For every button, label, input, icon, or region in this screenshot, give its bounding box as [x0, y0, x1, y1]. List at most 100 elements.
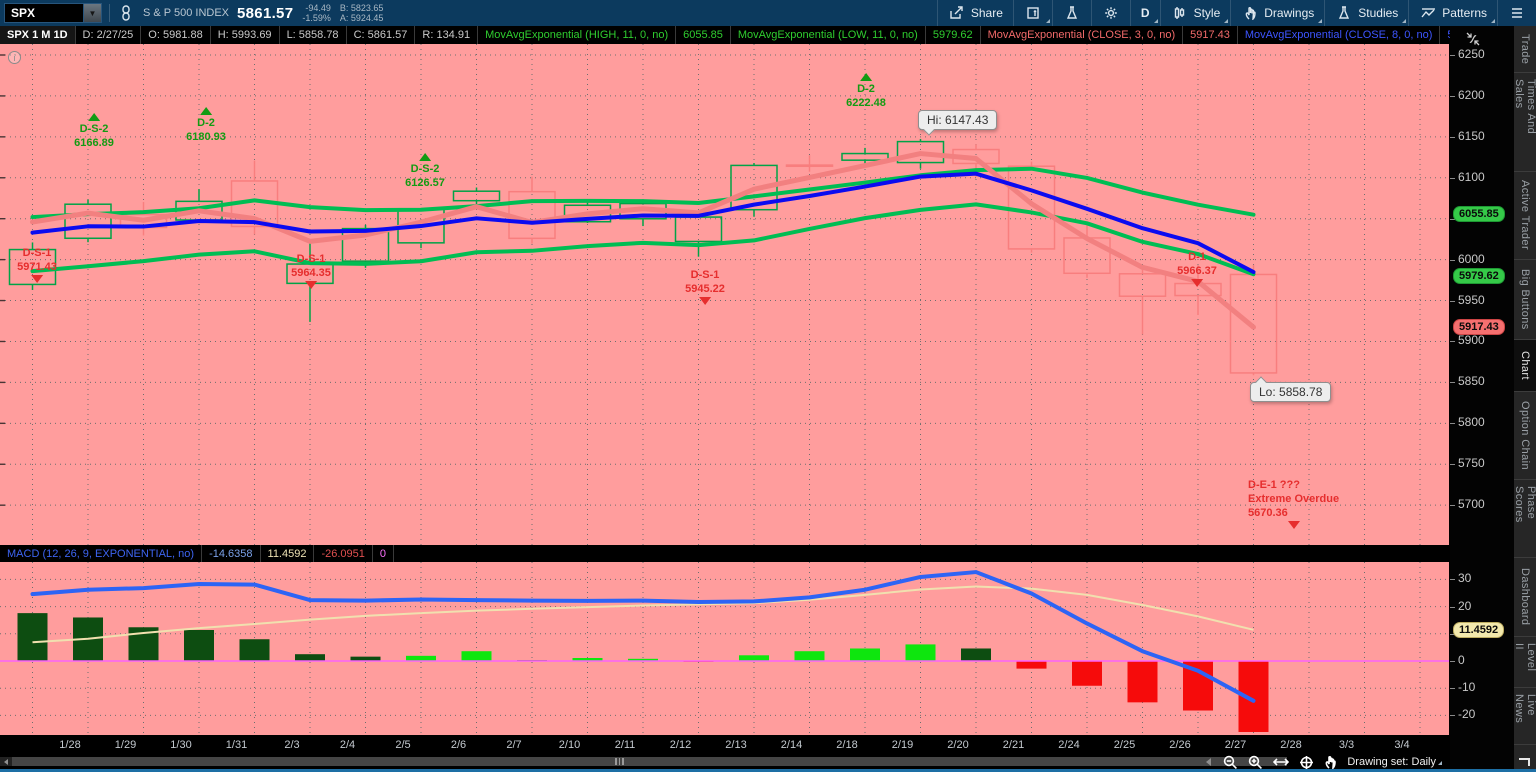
- zoom-out-icon[interactable]: [1223, 755, 1238, 770]
- top-toolbar: SPX ▼ S & P 500 INDEX 5861.57 -94.49 -1.…: [0, 0, 1536, 26]
- axis-tick-label: 5950: [1458, 292, 1485, 307]
- menu-icon: [1508, 4, 1526, 22]
- quick-study-button[interactable]: [1051, 0, 1091, 26]
- symbol-text: SPX: [11, 6, 36, 20]
- macd-histogram-bar: [961, 648, 991, 661]
- drawings-button[interactable]: Drawings: [1230, 0, 1324, 26]
- macd-histogram-bar: [184, 629, 214, 661]
- macd-histogram-bar: [1072, 661, 1102, 686]
- symbol-dropdown-button[interactable]: ▼: [84, 3, 102, 23]
- down-triangle-icon: [1190, 279, 1203, 287]
- studies-button[interactable]: Studies: [1324, 0, 1408, 26]
- sidebar-tab-label: Times And Sales: [1513, 79, 1536, 135]
- flask-icon: [1063, 4, 1081, 22]
- axis-tick-label: 6200: [1458, 87, 1485, 102]
- horizontal-expand-icon[interactable]: [1273, 756, 1290, 768]
- sidebar-tab-live-news[interactable]: Live News: [1513, 688, 1536, 745]
- date-tick-label: 2/14: [780, 739, 803, 751]
- macd-histogram-bar: [905, 644, 936, 661]
- axis-tick-label: 5800: [1458, 415, 1485, 430]
- chart-panel: SPX 1 M 1D D: 2/27/25 O: 5981.88 H: 5993.69…: [0, 26, 1450, 772]
- zoom-in-icon[interactable]: [1248, 755, 1263, 770]
- date-tick-label: 1/28: [59, 739, 81, 751]
- info-icon[interactable]: i: [8, 51, 21, 64]
- timeframe-button[interactable]: D: [1129, 0, 1160, 26]
- bid-ask-stack: B: 5823.65 A: 5924.45: [340, 3, 384, 23]
- style-button[interactable]: Style: [1159, 0, 1231, 26]
- annotation-text: D-S-2: [79, 123, 109, 135]
- axis-price-bubble: 5979.62: [1453, 268, 1505, 284]
- sidebar-tab-level-ii[interactable]: Level II: [1513, 637, 1536, 688]
- scrollbar-grip[interactable]: [615, 758, 624, 765]
- price-chart-pane[interactable]: i D-S-2 6166.89 D-2 6180.93 D-S-2 6126.57 D-2 6…: [0, 44, 1449, 545]
- chart-annotation: D-S-2 6126.57: [405, 152, 445, 190]
- axis-tick-label: 5850: [1458, 374, 1485, 389]
- macd-value: 11.4592: [261, 545, 315, 562]
- chart-annotation: D-S-1 5971.43: [17, 246, 57, 284]
- chart-annotation: D-S-1 5964.35: [291, 252, 331, 290]
- chart-annotation: D-1 5966.37: [1177, 250, 1217, 288]
- share-button[interactable]: Share: [936, 0, 1013, 26]
- panel-corner-icon[interactable]: [1519, 758, 1530, 766]
- dropdown-corner: [1153, 19, 1158, 23]
- dropdown-corner: [1318, 19, 1323, 23]
- candlestick-icon: [1171, 4, 1189, 22]
- pan-target-icon[interactable]: [1299, 755, 1314, 770]
- last-price: 5861.57: [237, 4, 294, 22]
- date-tick-label: 2/24: [1058, 739, 1080, 751]
- sidebar-tab-big-buttons[interactable]: Big Buttons: [1514, 260, 1536, 340]
- dropdown-corner: [1224, 19, 1229, 23]
- study-label: MovAvgExponential (HIGH, 11, 0, no): [478, 26, 677, 44]
- axis-tick-label: 5900: [1458, 333, 1485, 348]
- chart-menu-button[interactable]: [1497, 0, 1536, 26]
- sidebar-tab-dashboard[interactable]: Dashboard: [1514, 558, 1536, 637]
- sidebar-tab-trade[interactable]: Trade: [1514, 26, 1536, 73]
- collapse-panel-icon[interactable]: [1206, 758, 1212, 766]
- macd-pane[interactable]: [0, 562, 1449, 735]
- horizontal-scrollbar[interactable]: [0, 757, 1287, 766]
- sidebar-tab-label: Level II: [1513, 643, 1536, 672]
- sidebar-tab-active-trader[interactable]: Active Trader: [1514, 172, 1536, 260]
- down-triangle-icon: [1287, 521, 1300, 529]
- drawing-set-selector[interactable]: Drawing set: Daily: [1347, 756, 1444, 768]
- annotation-text: 5966.37: [1177, 265, 1217, 277]
- scrollbar-left-arrow[interactable]: [0, 757, 12, 766]
- macd-histogram-bar: [1016, 661, 1047, 669]
- price-axis[interactable]: 6250620061506100605060005950590058505800…: [1450, 26, 1514, 772]
- macd-study-label: MACD (12, 26, 9, EXPONENTIAL, no): [0, 545, 203, 562]
- sidebar-tab-times-and-sales[interactable]: Times And Sales: [1513, 73, 1536, 172]
- sidebar-tab-option-chain[interactable]: Option Chain: [1514, 392, 1536, 480]
- macd-value: -14.6358: [202, 545, 261, 562]
- chart-annotation: D-E-1 ??? Extreme Overdue 5670.36: [1248, 478, 1339, 530]
- annotation-text: 6166.89: [74, 137, 114, 149]
- date-tick-label: 2/26: [1169, 739, 1191, 751]
- symbol-description: S & P 500 INDEX: [143, 7, 230, 19]
- sidebar-tab-chart[interactable]: Chart: [1514, 340, 1536, 392]
- date-tick-label: 2/3: [284, 739, 300, 751]
- link-icon[interactable]: [117, 4, 135, 22]
- sidebar-tab-label: Chart: [1519, 351, 1531, 380]
- annotation-text: 6180.93: [186, 131, 226, 143]
- hand-tool-icon[interactable]: [1324, 755, 1337, 769]
- chart-annotation: D-S-2 6166.89: [74, 112, 114, 150]
- change-value: -94.49: [305, 3, 331, 13]
- macd-line: [30, 570, 1256, 703]
- symbol-input[interactable]: SPX: [4, 3, 84, 23]
- date-tick-label: 2/5: [395, 739, 411, 751]
- date-tick-label: 2/13: [725, 739, 747, 751]
- sidebar-tab-phase-scores[interactable]: Phase Scores: [1513, 480, 1536, 558]
- toolbar-buttons: Share D Style Drawings Studies Patterns: [936, 0, 1536, 26]
- chart-settings-button[interactable]: [1090, 0, 1130, 26]
- patterns-button[interactable]: Patterns: [1408, 0, 1497, 26]
- macd-histogram-bar: [850, 648, 880, 661]
- date-tick-label: 2/28: [1280, 739, 1302, 751]
- economic-events-button[interactable]: [1012, 0, 1052, 26]
- dropdown-corner: [1045, 19, 1050, 23]
- candle-2/21: [1007, 161, 1056, 253]
- dropdown-corner: [1438, 761, 1442, 765]
- axis-tick-label: 6000: [1458, 251, 1485, 266]
- sidebar-tab-label: Trade: [1519, 33, 1531, 65]
- down-triangle-icon: [30, 275, 43, 283]
- up-triangle-icon: [199, 107, 212, 115]
- sidebar-tab-label: Live News: [1513, 694, 1536, 724]
